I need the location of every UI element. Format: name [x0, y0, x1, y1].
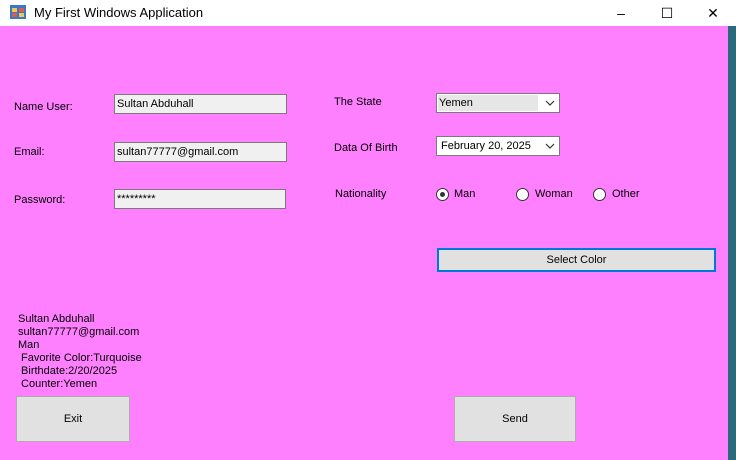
windows-form-icon: [10, 5, 26, 19]
radio-man[interactable]: [436, 188, 449, 201]
minimize-button[interactable]: –: [598, 0, 644, 26]
state-label: The State: [334, 96, 382, 108]
radio-other[interactable]: [593, 188, 606, 201]
name-label: Name User:: [14, 101, 73, 113]
birth-date-picker[interactable]: February 20, 2025: [436, 136, 560, 156]
output-line: Birthdate:2/20/2025: [18, 365, 118, 377]
chevron-down-icon[interactable]: [541, 94, 559, 112]
output-line: Sultan Abduhall: [18, 313, 95, 325]
output-line: Counter:Yemen: [18, 378, 98, 390]
birth-label: Data Of Birth: [334, 142, 398, 154]
birth-value: February 20, 2025: [441, 140, 531, 152]
desktop-edge: [728, 26, 736, 460]
app-window: My First Windows Application – ☐ ✕ Name …: [0, 0, 736, 460]
radio-woman-label[interactable]: Woman: [535, 188, 573, 200]
password-label: Password:: [14, 194, 66, 206]
maximize-button[interactable]: ☐: [644, 0, 690, 26]
close-button[interactable]: ✕: [690, 0, 736, 26]
email-label: Email:: [14, 146, 45, 158]
select-color-button[interactable]: Select Color: [437, 248, 716, 272]
output-line: Man: [18, 339, 40, 351]
window-title: My First Windows Application: [34, 5, 204, 20]
state-value: Yemen: [439, 97, 473, 109]
radio-man-label[interactable]: Man: [454, 188, 475, 200]
exit-button[interactable]: Exit: [16, 396, 130, 442]
email-field[interactable]: sultan77777@gmail.com: [114, 142, 287, 162]
name-field[interactable]: Sultan Abduhall: [114, 94, 287, 114]
radio-woman[interactable]: [516, 188, 529, 201]
radio-other-label[interactable]: Other: [612, 188, 640, 200]
output-line: sultan77777@gmail.com: [18, 326, 140, 338]
password-field[interactable]: *********: [114, 189, 286, 209]
state-dropdown[interactable]: Yemen: [436, 93, 560, 113]
send-button[interactable]: Send: [454, 396, 576, 442]
chevron-down-icon[interactable]: [541, 137, 559, 155]
nationality-label: Nationality: [335, 188, 387, 200]
title-bar[interactable]: My First Windows Application – ☐ ✕: [0, 0, 736, 26]
output-line: Favorite Color:Turquoise: [18, 352, 142, 364]
